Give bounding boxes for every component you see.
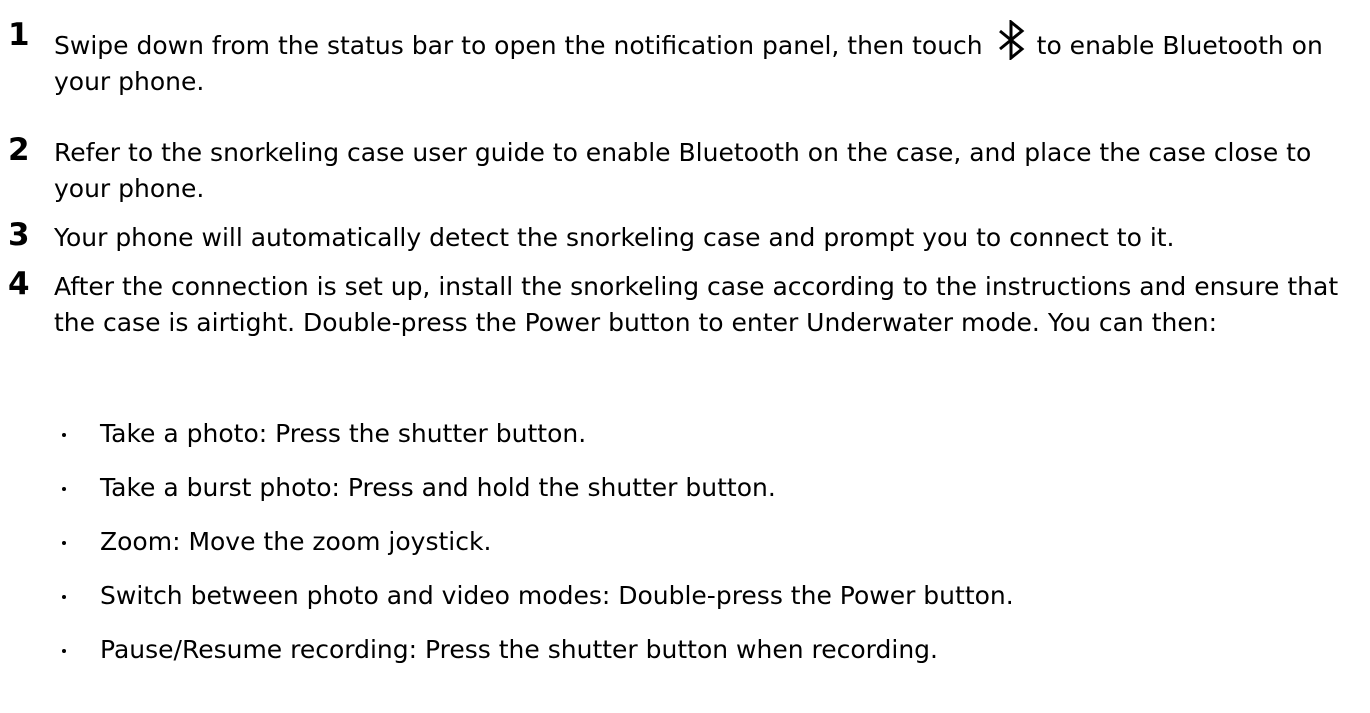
list-item: Zoom: Move the zoom joystick. bbox=[0, 524, 1370, 560]
bullet-dot bbox=[62, 541, 66, 545]
step-number: 1 bbox=[8, 17, 30, 53]
step-text: After the connection is set up, install … bbox=[54, 272, 1339, 337]
step-text-before-icon: Swipe down from the status bar to open t… bbox=[54, 31, 983, 60]
step-text: Swipe down from the status bar to open t… bbox=[54, 20, 1364, 100]
list-item-text: Pause/Resume recording: Press the shutte… bbox=[100, 635, 938, 664]
step-number: 4 bbox=[8, 266, 30, 302]
list-item-text: Take a burst photo: Press and hold the s… bbox=[100, 473, 776, 502]
list-item: Take a burst photo: Press and hold the s… bbox=[0, 470, 1370, 506]
instruction-document: 1 Swipe down from the status bar to open… bbox=[0, 0, 1370, 713]
list-item-text: Take a photo: Press the shutter button. bbox=[100, 419, 587, 448]
step-number: 3 bbox=[8, 217, 30, 253]
list-item: Switch between photo and video modes: Do… bbox=[0, 578, 1370, 614]
bullet-dot bbox=[62, 433, 66, 437]
step-text: Your phone will automatically detect the… bbox=[54, 223, 1175, 252]
bullet-dot bbox=[62, 487, 66, 491]
list-item: Take a photo: Press the shutter button. bbox=[0, 416, 1370, 452]
list-item-text: Zoom: Move the zoom joystick. bbox=[100, 527, 492, 556]
bluetooth-icon bbox=[995, 20, 1029, 60]
bullet-dot bbox=[62, 595, 66, 599]
list-item-text: Switch between photo and video modes: Do… bbox=[100, 581, 1014, 610]
step-number: 2 bbox=[8, 132, 30, 168]
bullet-dot bbox=[62, 649, 66, 653]
list-item: Pause/Resume recording: Press the shutte… bbox=[0, 632, 1370, 668]
step-text: Refer to the snorkeling case user guide … bbox=[54, 138, 1312, 203]
